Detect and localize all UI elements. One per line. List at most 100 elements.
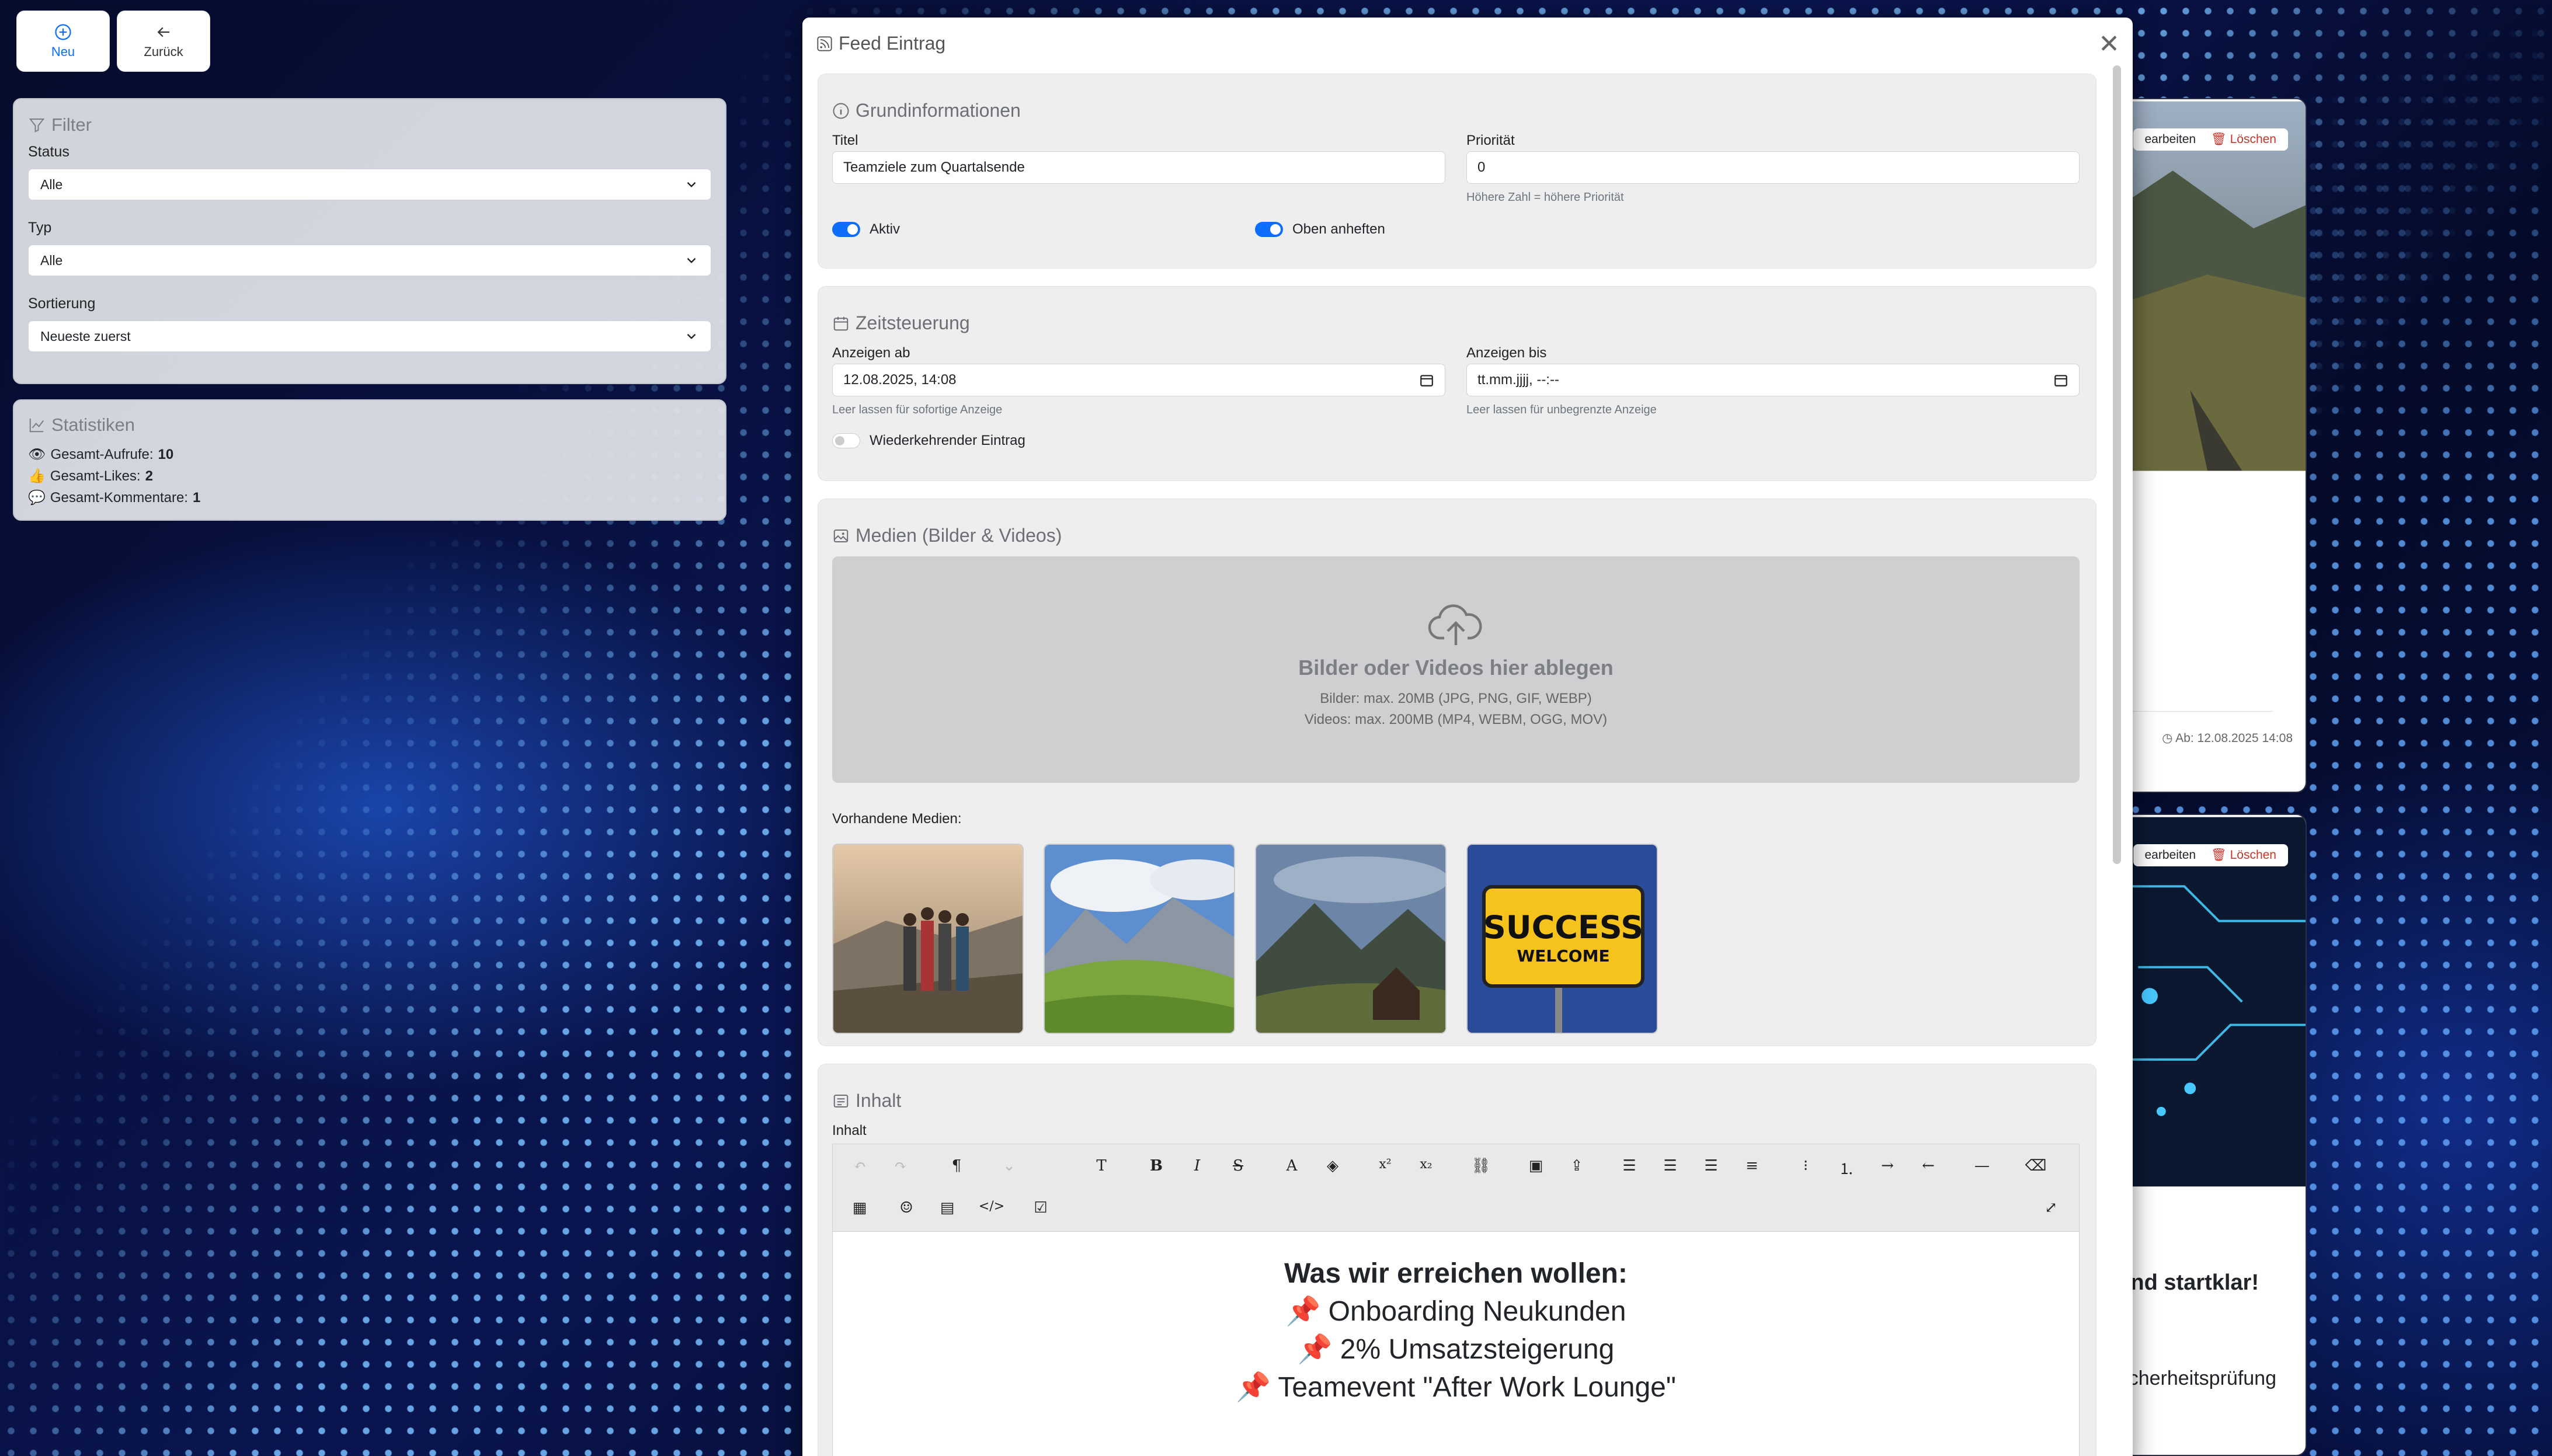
media-title: Medien (Bilder & Videos)	[832, 525, 1062, 546]
link-icon[interactable]: ⛓	[1471, 1157, 1490, 1175]
clear-format-icon[interactable]: ⌫	[2025, 1157, 2047, 1175]
edit-button[interactable]: earbeiten	[2145, 133, 2196, 147]
media-thumb-team[interactable]	[832, 844, 1024, 1034]
outdent-icon[interactable]: ←	[1922, 1157, 1935, 1175]
media-thumb-mountain[interactable]	[1255, 844, 1447, 1034]
fullscreen-icon[interactable]: ⤢	[2045, 1199, 2057, 1217]
video-icon[interactable]: ▤	[940, 1199, 955, 1217]
status-select[interactable]: Alle	[28, 169, 711, 200]
to-label: Anzeigen bis	[1466, 345, 1547, 361]
content-editor[interactable]: Was wir erreichen wollen: 📌 Onboarding N…	[832, 1231, 2080, 1456]
highlight-color-icon[interactable]: ◈	[1327, 1157, 1338, 1175]
status-value: Alle	[40, 176, 63, 192]
schedule-title-text: Zeitsteuerung	[856, 312, 970, 333]
media-thumb-success[interactable]: SUCCESS WELCOME	[1466, 844, 1658, 1034]
feed-card-1: earbeiten 🗑 Löschen ◷ Ab: 12.08.2025 14:…	[2102, 98, 2307, 793]
superscript-icon[interactable]: x²	[1379, 1157, 1391, 1172]
media-dropzone[interactable]: Bilder oder Videos hier ablegen Bilder: …	[832, 556, 2080, 783]
likes-label: Gesamt-Likes:	[50, 468, 141, 484]
stat-comments: 💬 Gesamt-Kommentare: 1	[28, 489, 200, 506]
subscript-icon[interactable]: x₂	[1420, 1157, 1432, 1172]
image-icon	[833, 529, 849, 542]
comments-value: 1	[192, 489, 201, 506]
priority-label: Priorität	[1466, 133, 1515, 148]
edit-button[interactable]: earbeiten	[2145, 848, 2196, 862]
table-icon[interactable]: ▦	[853, 1199, 867, 1217]
basic-info-title-text: Grundinformationen	[856, 100, 1021, 121]
insert-image-icon[interactable]: ▣	[1529, 1157, 1543, 1175]
views-label: Gesamt-Aufrufe:	[50, 446, 154, 462]
font-color-icon[interactable]: A	[1287, 1157, 1298, 1175]
bullet-list-icon[interactable]: ⁝	[1803, 1157, 1808, 1175]
font-size-dropdown-icon[interactable]: ⌄	[1003, 1157, 1016, 1175]
type-label: Typ	[28, 220, 52, 236]
recurring-toggle[interactable]: Wiederkehrender Eintrag	[832, 433, 1025, 449]
title-input[interactable]: Teamziele zum Quartalsende	[832, 151, 1445, 184]
code-view-icon[interactable]: </>	[979, 1199, 1004, 1214]
horizontal-rule-icon[interactable]: —	[1974, 1157, 1990, 1175]
delete-button[interactable]: 🗑 Löschen	[2211, 848, 2276, 862]
basic-info-title: Grundinformationen	[832, 100, 1021, 121]
paragraph-format-icon[interactable]: ¶	[952, 1157, 962, 1175]
close-icon[interactable]: ✕	[2098, 32, 2120, 57]
modal-scrollbar[interactable]	[2113, 65, 2121, 864]
pin-switch[interactable]	[1255, 222, 1283, 237]
sort-label: Sortierung	[28, 295, 96, 312]
schedule-title: Zeitsteuerung	[832, 312, 970, 334]
cloud-upload-icon	[1428, 604, 1482, 645]
undo-icon[interactable]: ↶	[853, 1157, 866, 1175]
active-toggle[interactable]: Aktiv	[832, 221, 900, 238]
to-datetime-input[interactable]: tt.mm.jjjj, --:--	[1466, 364, 2080, 396]
new-button[interactable]: Neu	[16, 11, 110, 72]
redo-icon[interactable]: ↷	[894, 1157, 907, 1175]
align-center-icon[interactable]: ☰	[1663, 1157, 1677, 1175]
modal-title: Feed Eintrag	[816, 33, 945, 54]
upload-icon[interactable]: ⇪	[1570, 1157, 1583, 1175]
strikethrough-icon[interactable]: S	[1233, 1157, 1243, 1175]
active-switch[interactable]	[832, 222, 860, 237]
checklist-icon[interactable]: ☑	[1034, 1199, 1047, 1217]
content-title: Inhalt	[832, 1090, 901, 1112]
active-label: Aktiv	[870, 221, 900, 237]
stat-likes: 👍 Gesamt-Likes: 2	[28, 468, 200, 485]
align-justify-icon[interactable]: ≡	[1746, 1157, 1758, 1175]
editor-line-3: 📌 Teamevent "After Work Lounge"	[1236, 1372, 1676, 1403]
align-left-icon[interactable]: ☰	[1622, 1157, 1636, 1175]
bold-icon[interactable]: B	[1150, 1157, 1163, 1175]
media-thumb-valley[interactable]	[1044, 844, 1235, 1034]
priority-input[interactable]: 0	[1466, 151, 2080, 184]
new-button-label: Neu	[51, 44, 75, 59]
emoji-icon[interactable]: ☺	[899, 1199, 913, 1217]
status-label: Status	[28, 144, 69, 160]
pin-label: Oben anheften	[1292, 221, 1385, 237]
feed-entry-modal: Feed Eintrag ✕ Grundinformationen Titel …	[802, 18, 2133, 1456]
from-datetime-input[interactable]: 12.08.2025, 14:08	[832, 364, 1445, 396]
back-button[interactable]: Zurück	[117, 11, 210, 72]
indent-icon[interactable]: →	[1881, 1157, 1894, 1175]
sort-select[interactable]: Neueste zuerst	[28, 321, 711, 352]
delete-button[interactable]: 🗑 Löschen	[2211, 133, 2276, 147]
section-basic-info: Grundinformationen Titel Teamziele zum Q…	[818, 74, 2096, 269]
text-size-icon[interactable]: T	[1096, 1157, 1106, 1175]
numbered-list-icon[interactable]: ⒈	[1839, 1157, 1854, 1179]
section-media: Medien (Bilder & Videos) Bilder oder Vid…	[818, 499, 2096, 1046]
italic-icon[interactable]: I	[1194, 1157, 1200, 1175]
stat-views: 👁 Gesamt-Aufrufe: 10	[28, 446, 200, 463]
likes-value: 2	[145, 468, 153, 484]
from-label: Anzeigen ab	[832, 345, 910, 361]
content-field-label: Inhalt	[832, 1123, 867, 1138]
recurring-switch[interactable]	[832, 433, 860, 448]
chevron-down-icon	[687, 257, 696, 263]
feed-card-2-actions: earbeiten 🗑 Löschen	[2133, 844, 2288, 866]
calendar-picker-icon[interactable]	[2053, 372, 2068, 388]
align-right-icon[interactable]: ☰	[1704, 1157, 1717, 1175]
feed-card-1-date-text: Ab: 12.08.2025 14:08	[2175, 732, 2293, 745]
delete-label: Löschen	[2230, 133, 2276, 146]
editor-toolbar: ↶ ↷ ¶ ⌄ T B I S A ◈ x² x₂ ⛓ ▣ ⇪ ☰ ☰ ☰ ≡ …	[832, 1144, 2080, 1232]
type-select[interactable]: Alle	[28, 245, 711, 276]
dropzone-videos-info: Videos: max. 200MB (MP4, WEBM, OGG, MOV)	[1304, 712, 1608, 727]
type-value: Alle	[40, 252, 63, 268]
feed-card-2: earbeiten 🗑 Löschen und startklar! cherh…	[2102, 814, 2307, 1456]
pin-toggle[interactable]: Oben anheften	[1255, 221, 1385, 238]
calendar-picker-icon[interactable]	[1419, 372, 1434, 388]
